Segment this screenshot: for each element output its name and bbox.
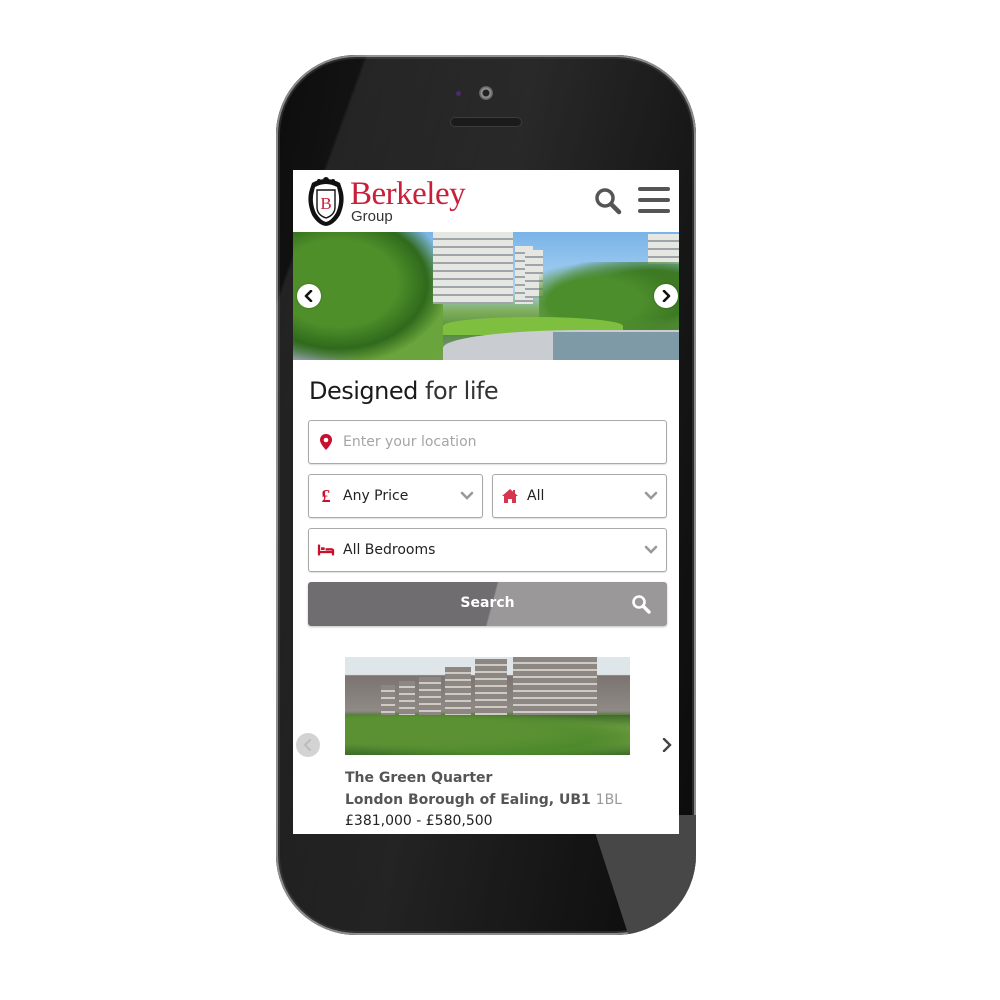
- hero-carousel[interactable]: [293, 232, 679, 360]
- development-image[interactable]: [345, 657, 630, 755]
- hamburger-menu-button[interactable]: [638, 185, 670, 215]
- hero-image-building: [433, 232, 513, 304]
- tagline-light: for life: [425, 377, 499, 405]
- hamburger-menu-icon-bar: [638, 187, 670, 191]
- hero-image-building: [648, 234, 679, 264]
- search-icon: [595, 188, 622, 215]
- development-name[interactable]: The Green Quarter: [345, 770, 492, 786]
- hamburger-menu-icon-bar: [638, 209, 670, 213]
- development-prev-button[interactable]: [296, 733, 320, 757]
- chevron-right-icon: [662, 738, 672, 752]
- chevron-left-icon: [304, 290, 313, 302]
- site-header: B Berkeley Group: [293, 170, 679, 232]
- chevron-down-icon: [644, 545, 658, 554]
- bedrooms-select[interactable]: All Bedrooms: [308, 528, 667, 572]
- development-price-range: £381,000 - £580,500: [345, 813, 493, 829]
- page-tagline: Designed for life: [309, 376, 499, 406]
- phone-screen: B Berkeley Group Designed for life Enter…: [293, 170, 679, 834]
- berkeley-crest-logo[interactable]: B: [306, 175, 346, 227]
- brand-subtitle: Group: [351, 208, 393, 225]
- proximity-sensor: [456, 91, 461, 96]
- chevron-right-icon: [662, 290, 671, 302]
- earpiece-speaker: [450, 117, 522, 127]
- property-type-selected-value: All: [527, 488, 545, 504]
- property-type-select[interactable]: All: [492, 474, 667, 518]
- home-icon: [501, 487, 519, 505]
- development-location: London Borough of Ealing, UB1 1BL: [345, 792, 622, 808]
- pound-icon: £: [321, 485, 331, 506]
- search-button[interactable]: Search: [308, 582, 667, 626]
- chevron-left-icon: [303, 739, 312, 751]
- tagline-bold: Designed: [309, 377, 418, 405]
- bed-icon: [317, 541, 335, 559]
- location-input[interactable]: Enter your location: [308, 420, 667, 464]
- hero-prev-button[interactable]: [297, 284, 321, 308]
- development-location-main: London Borough of Ealing, UB1: [345, 792, 591, 808]
- price-selected-value: Any Price: [343, 488, 409, 504]
- bedrooms-selected-value: All Bedrooms: [343, 542, 436, 558]
- header-search-button[interactable]: [593, 186, 623, 216]
- hero-image-fountain: [553, 332, 679, 360]
- development-image-greenery: [345, 715, 630, 755]
- location-placeholder: Enter your location: [343, 434, 477, 450]
- featured-development-carousel: The Green Quarter London Borough of Eali…: [293, 640, 679, 834]
- search-icon: [632, 595, 651, 614]
- brand-name[interactable]: Berkeley: [350, 176, 466, 212]
- svg-text:B: B: [320, 194, 331, 213]
- map-pin-icon: [317, 433, 335, 451]
- price-select[interactable]: £ Any Price: [308, 474, 483, 518]
- development-next-button[interactable]: [659, 736, 675, 754]
- development-postcode: 1BL: [595, 792, 622, 808]
- search-button-label: Search: [460, 595, 515, 611]
- hamburger-menu-icon-bar: [638, 198, 670, 202]
- front-camera: [479, 86, 493, 100]
- chevron-down-icon: [460, 491, 474, 500]
- chevron-down-icon: [644, 491, 658, 500]
- hero-next-button[interactable]: [654, 284, 678, 308]
